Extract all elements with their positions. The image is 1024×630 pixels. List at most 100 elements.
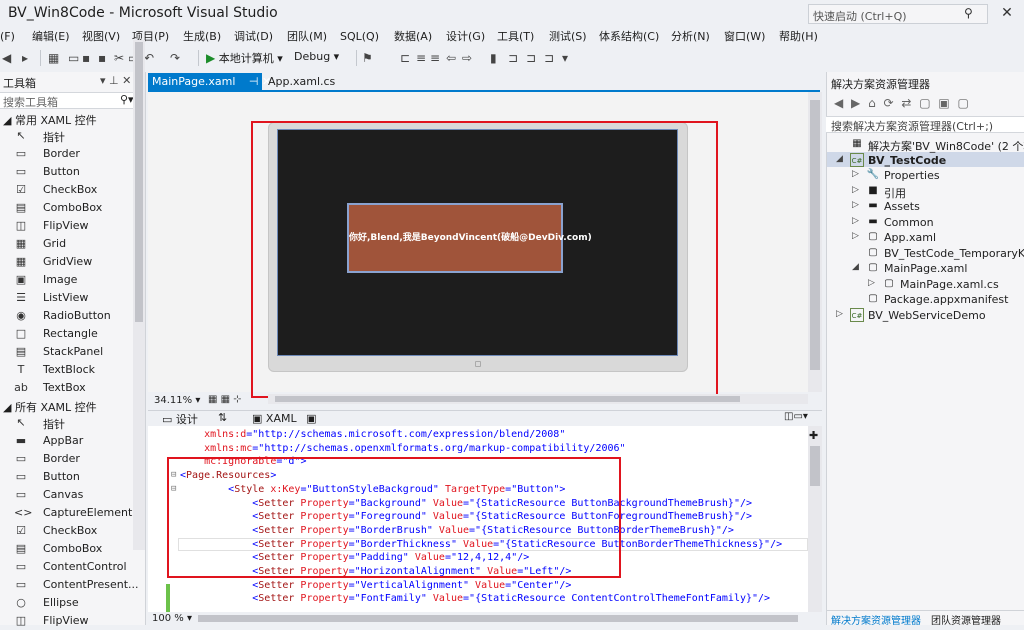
zoom-level-dropdown[interactable]: 34.11% ▾ xyxy=(154,395,200,406)
control-icon: ▦ xyxy=(15,255,27,268)
toolbox-title: 工具箱 xyxy=(3,77,36,90)
quick-launch-input[interactable]: 快速启动 (Ctrl+Q) xyxy=(808,4,988,24)
code-line[interactable]: <Setter Property="FontFamily" Value="{St… xyxy=(180,592,770,606)
menu-item[interactable]: 测试(S) xyxy=(549,28,587,46)
editor-horizontal-thumb[interactable] xyxy=(198,615,798,622)
bookmark-icon[interactable]: ⚑ xyxy=(362,50,373,66)
toolbox-group-common[interactable]: ◢ 常用 XAML 控件 xyxy=(3,112,97,128)
save-icon[interactable]: ▪ xyxy=(82,50,90,66)
menu-item[interactable]: 调试(D) xyxy=(234,28,273,46)
toolbox-group-all[interactable]: ◢ 所有 XAML 控件 xyxy=(3,399,97,415)
align-icon[interactable]: ⊏ xyxy=(400,50,410,66)
toolbox-item-label: ComboBox xyxy=(43,201,103,214)
menu-item[interactable]: 视图(V) xyxy=(82,28,120,46)
expand-arrow-icon[interactable]: ▷ xyxy=(836,309,843,319)
menu-item[interactable]: 生成(B) xyxy=(183,28,221,46)
expand-arrow-icon[interactable]: ▷ xyxy=(852,216,859,226)
design-tab[interactable]: ▭ 设计 xyxy=(162,411,198,427)
file-type-icon: C# xyxy=(850,152,864,167)
next-bookmark-icon[interactable]: ⊐ xyxy=(526,50,536,66)
menu-item[interactable]: 工具(T) xyxy=(497,28,534,46)
code-token: http://schemas.microsoft.com/expression/… xyxy=(258,429,560,440)
editor-zoom-dropdown[interactable]: 100 % ▾ xyxy=(152,613,192,624)
toolbar-separator xyxy=(356,50,357,66)
split-editor-icon[interactable]: ✚ xyxy=(809,429,818,442)
split-orientation-icons[interactable]: ◫▭▾ xyxy=(784,411,808,422)
new-project-icon[interactable]: ▦ xyxy=(48,50,59,66)
expand-arrow-icon[interactable]: ▷ xyxy=(852,231,859,241)
configuration-dropdown[interactable]: Debug ▾ xyxy=(294,50,339,63)
uncomment-icon[interactable]: ⇨ xyxy=(462,50,472,66)
expand-arrow-icon[interactable]: ▷ xyxy=(852,169,859,179)
search-icon[interactable]: ⚲▾ xyxy=(120,93,134,106)
swap-panes-button[interactable]: ⇅ xyxy=(218,411,227,424)
toolbox-item-label: TextBlock xyxy=(43,363,95,376)
file-type-icon: C# xyxy=(850,307,864,322)
open-file-icon[interactable]: ▭ xyxy=(68,50,79,66)
tree-node-label: App.xaml xyxy=(884,231,937,244)
xaml-icon: ▣ xyxy=(252,412,263,425)
tab-app-xaml-cs[interactable]: App.xaml.cs xyxy=(266,73,337,90)
expand-arrow-icon[interactable]: ▷ xyxy=(868,278,875,288)
toolbar-separator xyxy=(40,50,41,66)
menu-item[interactable]: 团队(M) xyxy=(287,28,327,46)
search-icon[interactable]: ⚲ xyxy=(964,6,973,20)
code-line[interactable]: <Setter Property="VerticalAlignment" Val… xyxy=(180,579,571,593)
collapse-pane-icon[interactable]: ▣ xyxy=(306,412,316,425)
close-window-button[interactable]: ✕ xyxy=(994,2,1020,24)
clear-bookmarks-icon[interactable]: ⊐ xyxy=(544,50,554,66)
comment-icon[interactable]: ⇦ xyxy=(446,50,456,66)
code-line[interactable]: xmlns:d="http://schemas.microsoft.com/ex… xyxy=(180,428,565,442)
zoom-level: 34.11% xyxy=(154,395,193,406)
toolbox-item-label: Rectangle xyxy=(43,327,98,340)
cut-icon[interactable]: ✂ xyxy=(114,50,124,66)
toolbox-scroll-thumb[interactable] xyxy=(135,42,143,322)
back-icon[interactable]: ◀ xyxy=(2,50,11,66)
toolbox-item-label: Canvas xyxy=(43,488,84,501)
indent-icon[interactable]: ≡ xyxy=(416,50,426,66)
control-icon: ▤ xyxy=(15,201,27,214)
expand-arrow-icon[interactable]: ▷ xyxy=(852,200,859,210)
control-icon: ▤ xyxy=(15,542,27,555)
bookmark-toggle-icon[interactable]: ▮ xyxy=(490,50,497,66)
toolbar-overflow-icon[interactable]: ▾ xyxy=(562,50,568,66)
expand-arrow-icon[interactable]: ◢ xyxy=(836,154,843,164)
start-debugging-button[interactable]: ▶ 本地计算机 ▾ xyxy=(206,50,283,66)
control-icon: ▭ xyxy=(15,560,27,573)
designer-horizontal-thumb[interactable] xyxy=(275,396,740,402)
expand-arrow-icon[interactable]: ▷ xyxy=(852,185,859,195)
file-type-icon: ▢ xyxy=(868,246,878,258)
menu-item[interactable]: 设计(G) xyxy=(446,28,485,46)
control-icon: ▭ xyxy=(15,165,27,178)
menu-item[interactable]: 帮助(H) xyxy=(779,28,818,46)
menu-item[interactable]: 编辑(E) xyxy=(32,28,70,46)
control-icon: ☰ xyxy=(16,291,26,304)
toolbox-window-controls[interactable]: ▾ ⊥ ✕ xyxy=(100,74,131,87)
outdent-icon[interactable]: ≡ xyxy=(430,50,440,66)
editor-vertical-thumb[interactable] xyxy=(810,446,820,486)
toolbox-item-label: AppBar xyxy=(43,434,84,447)
forward-icon[interactable]: ▸ xyxy=(22,50,28,66)
menu-item[interactable]: 数据(A) xyxy=(394,28,432,46)
solution-explorer-toolbar[interactable]: ◀ ▶ ⌂ ⟳ ⇄ ▢ ▣ ▢ xyxy=(834,96,971,110)
highlight-box-code xyxy=(167,457,621,578)
control-icon: ○ xyxy=(16,596,26,609)
undo-icon[interactable]: ↶ xyxy=(144,50,154,66)
xaml-tab[interactable]: ▣ XAML ▣ xyxy=(252,412,317,425)
menu-item[interactable]: SQL(Q) xyxy=(340,28,379,46)
expand-arrow-icon[interactable]: ◢ xyxy=(852,262,859,272)
toolbox-item-label: Ellipse xyxy=(43,596,79,609)
menu-item[interactable]: 窗口(W) xyxy=(724,28,765,46)
code-line[interactable]: xmlns:mc="http://schemas.openxmlformats.… xyxy=(180,442,625,456)
menu-item[interactable]: (F) xyxy=(0,28,15,46)
designer-view-icons[interactable]: ▦ ▦ ⊹ xyxy=(208,394,242,405)
designer-vertical-thumb[interactable] xyxy=(810,100,820,370)
redo-icon[interactable]: ↷ xyxy=(170,50,180,66)
menu-item[interactable]: 体系结构(C) xyxy=(599,28,659,46)
save-all-icon[interactable]: ▪ xyxy=(98,50,106,66)
prev-bookmark-icon[interactable]: ⊐ xyxy=(508,50,518,66)
tab-mainpage-xaml[interactable]: MainPage.xaml ⊣ ✕ xyxy=(148,73,271,91)
file-type-icon: ■ xyxy=(868,184,878,196)
code-token: =" xyxy=(348,579,361,591)
menu-item[interactable]: 分析(N) xyxy=(671,28,710,46)
